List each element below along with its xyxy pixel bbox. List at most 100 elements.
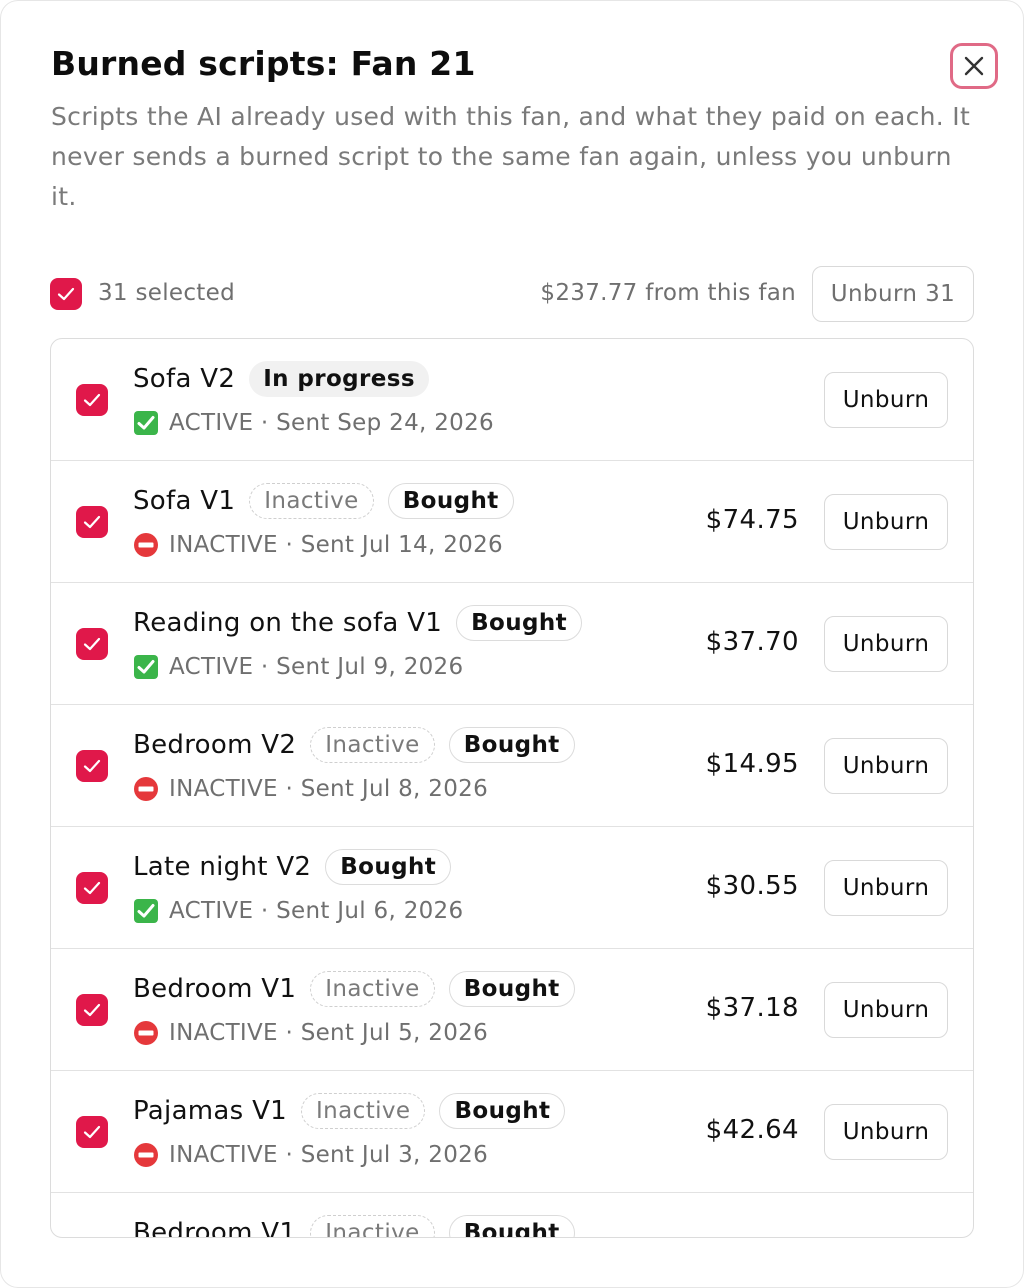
amount-paid: $37.70 — [705, 627, 799, 657]
script-title: Late night V2 — [133, 852, 312, 882]
row-header: Sofa V1 Inactive Bought — [133, 483, 528, 519]
unburn-button[interactable]: Unburn — [824, 494, 948, 550]
amount-paid: $30.55 — [705, 871, 799, 901]
script-title: Bedroom V1 — [133, 974, 297, 1004]
inactive-badge: Inactive — [310, 1215, 435, 1237]
modal-title: Burned scripts: Fan 21 — [51, 44, 476, 83]
row-meta: INACTIVE · Sent Jul 5, 2026 — [133, 1020, 488, 1046]
row-header: Reading on the sofa V1 Bought — [133, 605, 596, 641]
status-badge: In progress — [249, 361, 429, 397]
sent-info: INACTIVE · Sent Jul 5, 2026 — [169, 1020, 489, 1046]
row-header: Pajamas V1 Inactive Bought — [133, 1093, 579, 1129]
script-row: Sofa V1 Inactive Bought INACTIVE · Sent … — [51, 461, 973, 583]
script-title: Sofa V2 — [133, 364, 236, 394]
row-header: Late night V2 Bought — [133, 849, 465, 885]
row-checkbox[interactable] — [76, 506, 108, 538]
row-meta: ACTIVE · Sent Jul 9, 2026 — [133, 654, 463, 680]
status-badge: Bought — [448, 1215, 575, 1237]
unburn-selected-button[interactable]: Unburn 31 — [812, 266, 974, 322]
script-row: Sofa V2 In progress ACTIVE · Sent Sep 24… — [51, 339, 973, 461]
burned-scripts-list[interactable]: Sofa V2 In progress ACTIVE · Sent Sep 24… — [50, 338, 974, 1238]
active-status-icon — [133, 654, 159, 680]
fan-total: $237.77 from this fan — [540, 280, 796, 306]
check-mark-button-icon — [134, 411, 158, 435]
unburn-button[interactable]: Unburn — [824, 982, 948, 1038]
script-row: Bedroom V1 Inactive Bought — [51, 1193, 973, 1238]
status-badge: Bought — [448, 727, 575, 763]
row-checkbox[interactable] — [76, 384, 108, 416]
row-header: Bedroom V2 Inactive Bought — [133, 727, 589, 763]
checkmark-icon — [83, 759, 101, 773]
status-badge: Bought — [448, 971, 575, 1007]
inactive-badge: Inactive — [310, 971, 435, 1007]
row-checkbox[interactable] — [76, 628, 108, 660]
script-title: Pajamas V1 — [133, 1096, 287, 1126]
row-checkbox[interactable] — [76, 872, 108, 904]
row-header: Bedroom V1 Inactive Bought — [133, 971, 589, 1007]
sent-info: ACTIVE · Sent Jul 9, 2026 — [169, 654, 464, 680]
amount-paid: $14.95 — [705, 749, 799, 779]
active-status-icon — [133, 410, 159, 436]
row-meta: ACTIVE · Sent Sep 24, 2026 — [133, 410, 494, 436]
select-all-checkbox[interactable] — [50, 278, 82, 310]
status-badge: Bought — [439, 1093, 566, 1129]
close-button[interactable] — [950, 43, 998, 89]
no-entry-icon — [134, 1143, 158, 1167]
checkmark-icon — [83, 881, 101, 895]
script-title: Reading on the sofa V1 — [133, 608, 443, 638]
unburn-button[interactable]: Unburn — [824, 372, 948, 428]
amount-paid: $37.18 — [705, 993, 799, 1023]
sent-info: INACTIVE · Sent Jul 3, 2026 — [169, 1142, 489, 1168]
checkmark-icon — [57, 287, 75, 301]
checkmark-icon — [83, 1003, 101, 1017]
amount-paid: $74.75 — [705, 505, 799, 535]
unburn-button[interactable]: Unburn — [824, 860, 948, 916]
no-entry-icon — [134, 1021, 158, 1045]
inactive-badge: Inactive — [310, 727, 435, 763]
row-meta: INACTIVE · Sent Jul 14, 2026 — [133, 532, 503, 558]
inactive-badge: Inactive — [249, 483, 374, 519]
checkmark-icon — [83, 393, 101, 407]
script-row: Reading on the sofa V1 Bought ACTIVE · S… — [51, 583, 973, 705]
inactive-status-icon — [133, 1020, 159, 1046]
row-checkbox[interactable] — [76, 1116, 108, 1148]
burned-scripts-modal: Burned scripts: Fan 21 Scripts the AI al… — [0, 0, 1024, 1288]
row-header: Bedroom V1 Inactive Bought — [133, 1215, 589, 1238]
unburn-button[interactable]: Unburn — [824, 616, 948, 672]
sent-info: INACTIVE · Sent Jul 8, 2026 — [169, 776, 489, 802]
unburn-button[interactable]: Unburn — [824, 1104, 948, 1160]
status-badge: Bought — [325, 849, 452, 885]
check-mark-button-icon — [134, 899, 158, 923]
checkmark-icon — [83, 1125, 101, 1139]
inactive-badge: Inactive — [301, 1093, 426, 1129]
no-entry-icon — [134, 777, 158, 801]
check-mark-button-icon — [134, 655, 158, 679]
active-status-icon — [133, 898, 159, 924]
row-meta: INACTIVE · Sent Jul 8, 2026 — [133, 776, 488, 802]
row-checkbox[interactable] — [76, 994, 108, 1026]
row-checkbox[interactable] — [76, 750, 108, 782]
row-meta: INACTIVE · Sent Jul 3, 2026 — [133, 1142, 488, 1168]
sent-info: ACTIVE · Sent Jul 6, 2026 — [169, 898, 464, 924]
row-meta: ACTIVE · Sent Jul 6, 2026 — [133, 898, 463, 924]
sent-info: ACTIVE · Sent Sep 24, 2026 — [169, 410, 494, 436]
script-row: Bedroom V2 Inactive Bought INACTIVE · Se… — [51, 705, 973, 827]
checkmark-icon — [83, 637, 101, 651]
script-title: Bedroom V1 — [133, 1218, 297, 1238]
script-title: Bedroom V2 — [133, 730, 297, 760]
status-badge: Bought — [456, 605, 583, 641]
inactive-status-icon — [133, 776, 159, 802]
sent-info: INACTIVE · Sent Jul 14, 2026 — [169, 532, 503, 558]
status-badge: Bought — [387, 483, 514, 519]
inactive-status-icon — [133, 532, 159, 558]
checkmark-icon — [83, 515, 101, 529]
inactive-status-icon — [133, 1142, 159, 1168]
row-header: Sofa V2 In progress — [133, 361, 443, 397]
amount-paid: $42.64 — [705, 1115, 799, 1145]
selected-count: 31 selected — [98, 280, 235, 306]
unburn-button[interactable]: Unburn — [824, 738, 948, 794]
modal-description: Scripts the AI already used with this fa… — [51, 102, 971, 211]
script-title: Sofa V1 — [133, 486, 236, 516]
close-icon — [964, 56, 984, 76]
script-row: Pajamas V1 Inactive Bought INACTIVE · Se… — [51, 1071, 973, 1193]
